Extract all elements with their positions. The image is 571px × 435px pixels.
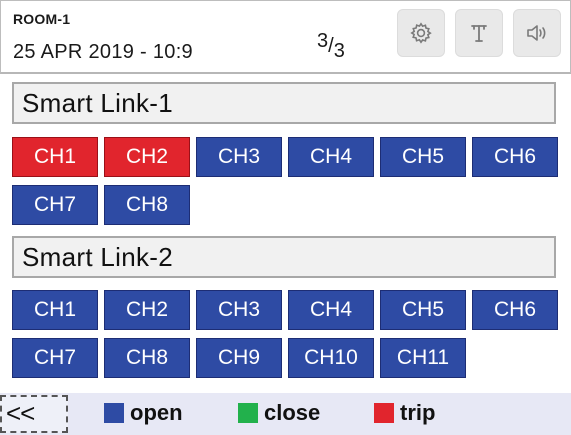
speaker-icon	[524, 21, 550, 45]
link-2-ch4-button[interactable]: CH4	[288, 290, 374, 330]
back-button[interactable]: <<	[0, 395, 68, 433]
link-2-ch2-button[interactable]: CH2	[104, 290, 190, 330]
link-1-ch2-button[interactable]: CH2	[104, 137, 190, 177]
legend-trip-swatch	[374, 403, 394, 423]
link-1-ch8-button[interactable]: CH8	[104, 185, 190, 225]
link-2-ch3-button[interactable]: CH3	[196, 290, 282, 330]
page-indicator: 3/3	[317, 30, 345, 62]
page-total: 3	[333, 40, 345, 62]
link-1-ch6-button[interactable]: CH6	[472, 137, 558, 177]
link-2-ch8-button[interactable]: CH8	[104, 338, 190, 378]
link-2-ch11-button[interactable]: CH11	[380, 338, 466, 378]
legend-close-label: close	[264, 400, 321, 425]
gear-icon	[409, 21, 433, 45]
link-1-ch5-button[interactable]: CH5	[380, 137, 466, 177]
room-title: ROOM-1	[13, 11, 71, 27]
legend-open-swatch	[104, 403, 124, 423]
legend-open-label: open	[130, 400, 183, 425]
header-bar: ROOM-1 25 APR 2019 - 10:9 3/3	[0, 0, 571, 74]
page-separator: /	[328, 35, 334, 57]
link-2-title: Smart Link-2	[12, 236, 556, 278]
link-1-ch7-button[interactable]: CH7	[12, 185, 98, 225]
link-2-ch10-button[interactable]: CH10	[288, 338, 374, 378]
antenna-icon	[467, 21, 491, 45]
link-2-ch6-button[interactable]: CH6	[472, 290, 558, 330]
link-1-ch4-button[interactable]: CH4	[288, 137, 374, 177]
sound-button[interactable]	[513, 9, 561, 57]
link-1-ch1-button[interactable]: CH1	[12, 137, 98, 177]
link-2-ch1-button[interactable]: CH1	[12, 290, 98, 330]
link-1-ch3-button[interactable]: CH3	[196, 137, 282, 177]
link-2-ch7-button[interactable]: CH7	[12, 338, 98, 378]
date-time: 25 APR 2019 - 10:9	[13, 41, 193, 63]
legend-close-swatch	[238, 403, 258, 423]
settings-button[interactable]	[397, 9, 445, 57]
link-2-ch9-button[interactable]: CH9	[196, 338, 282, 378]
link-1-title: Smart Link-1	[12, 82, 556, 124]
footer-legend-bar: << open close trip	[0, 393, 571, 435]
page-current: 3	[317, 30, 329, 52]
legend-trip-label: trip	[400, 400, 436, 425]
link-2-ch5-button[interactable]: CH5	[380, 290, 466, 330]
antenna-button[interactable]	[455, 9, 503, 57]
